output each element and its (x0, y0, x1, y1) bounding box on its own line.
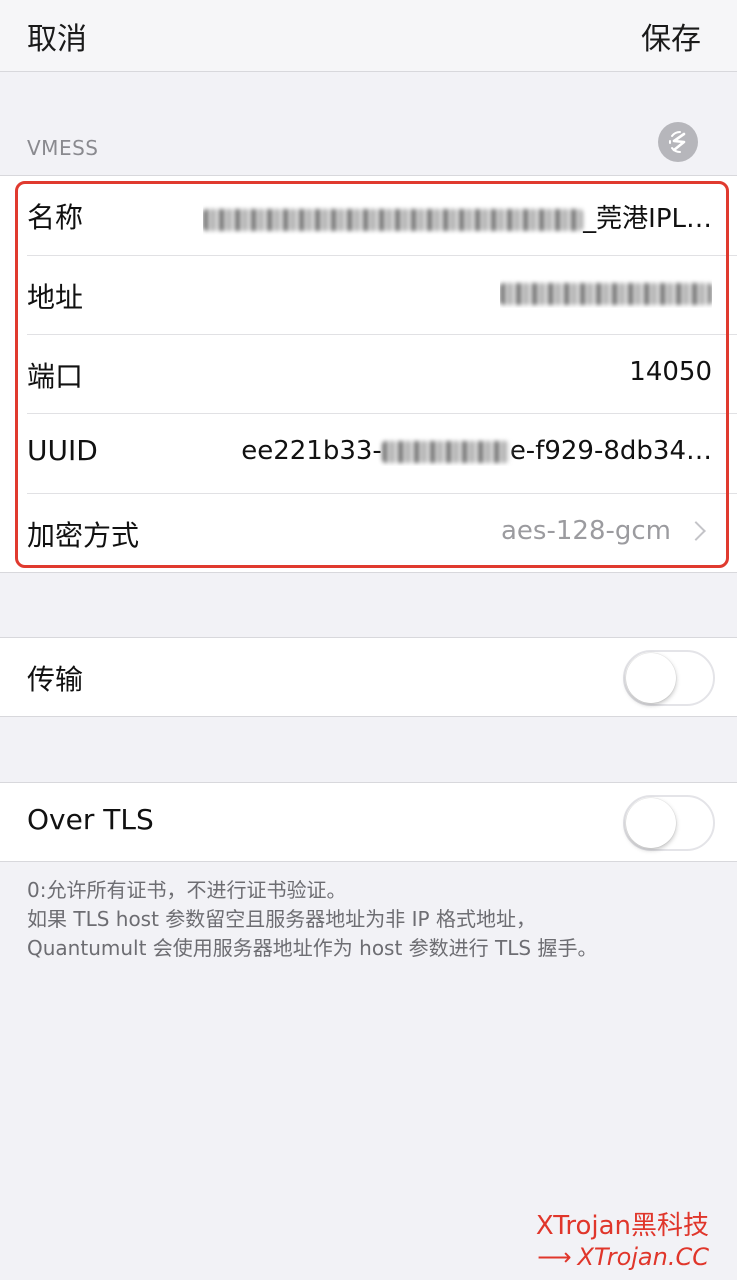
watermark-url: ⟶ XTrojan.CC (536, 1242, 709, 1272)
arrow-right-icon: ⟶ (537, 1243, 572, 1271)
uuid-value-prefix: ee221b33- (241, 436, 382, 466)
section-header: VMESS (27, 136, 99, 160)
port-value[interactable]: 14050 (629, 357, 712, 387)
toggle-knob (626, 653, 676, 703)
name-label: 名称 (27, 201, 84, 234)
uuid-row[interactable]: UUID ee221b33- e-f929-8db34… (0, 414, 737, 494)
over-tls-toggle[interactable] (623, 795, 715, 851)
navigation-bar: 取消 保存 (0, 0, 737, 72)
transport-label: 传输 (27, 663, 84, 696)
save-button[interactable]: 保存 (641, 14, 701, 58)
over-tls-group: Over TLS (0, 782, 737, 862)
encryption-label: 加密方式 (27, 519, 140, 552)
encryption-value: aes-128-gcm (501, 516, 671, 546)
over-tls-label: Over TLS (27, 803, 154, 836)
encryption-row[interactable]: 加密方式 aes-128-gcm (0, 494, 737, 574)
cancel-button[interactable]: 取消 (27, 14, 87, 58)
watermark: XTrojan黑科技 ⟶ XTrojan.CC (536, 1210, 709, 1272)
chevron-right-icon (686, 521, 706, 541)
transport-row: 传输 (0, 638, 737, 718)
footnote-line: 如果 TLS host 参数留空且服务器地址为非 IP 格式地址， (27, 907, 536, 931)
name-value[interactable]: _莞港IPL… (203, 198, 712, 235)
port-row[interactable]: 端口 14050 (0, 335, 737, 415)
over-tls-row: Over TLS (0, 783, 737, 863)
transport-toggle[interactable] (623, 650, 715, 706)
address-row[interactable]: 地址 (0, 256, 737, 336)
tls-footnote: 0:允许所有证书，不进行证书验证。 如果 TLS host 参数留空且服务器地址… (27, 876, 717, 963)
toggle-knob (626, 798, 676, 848)
redacted-text (381, 440, 510, 463)
footnote-line: 0:允许所有证书，不进行证书验证。 (27, 878, 347, 902)
uuid-value-suffix: e-f929-8db34… (509, 436, 712, 466)
watermark-url-text: XTrojan.CC (577, 1243, 709, 1271)
address-label: 地址 (27, 281, 84, 314)
port-label: 端口 (27, 360, 84, 393)
server-config-group: 名称 _莞港IPL… 地址 端口 14050 UUID ee221b33- e-f… (0, 175, 737, 573)
transport-group: 传输 (0, 637, 737, 717)
uuid-label: UUID (27, 434, 98, 467)
redacted-text (203, 208, 584, 231)
address-value[interactable] (500, 278, 712, 308)
name-value-suffix: _莞港IPL… (583, 204, 712, 234)
uuid-value[interactable]: ee221b33- e-f929-8db34… (241, 436, 712, 466)
watermark-title: XTrojan黑科技 (535, 1211, 709, 1241)
name-row[interactable]: 名称 _莞港IPL… (0, 176, 737, 256)
quantumult-icon (658, 122, 698, 162)
redacted-text (500, 282, 712, 305)
footnote-line: Quantumult 会使用服务器地址作为 host 参数进行 TLS 握手。 (27, 936, 598, 960)
